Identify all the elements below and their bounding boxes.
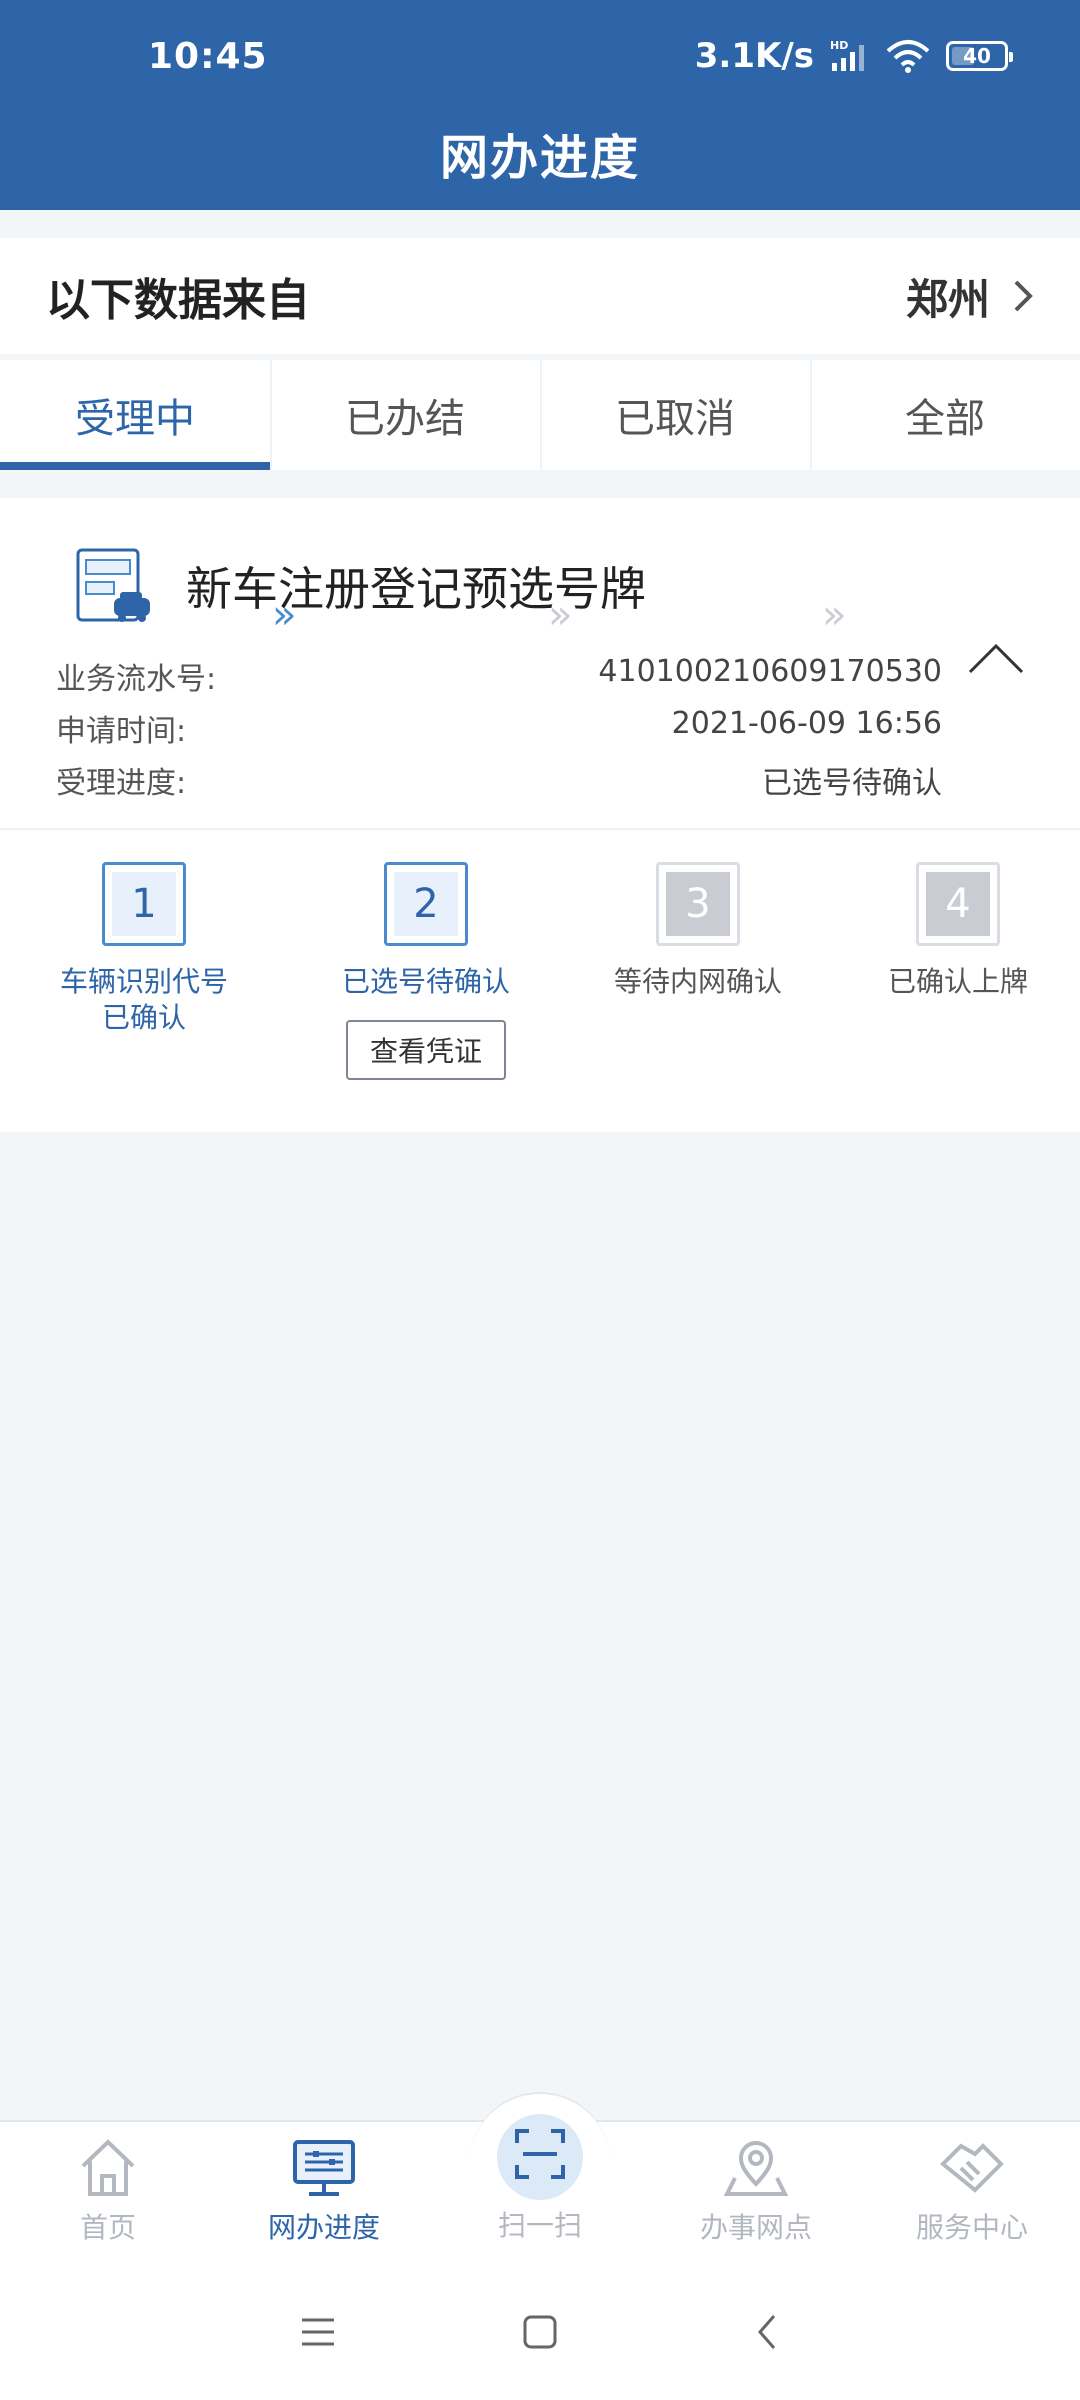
data-source-row[interactable]: 以下数据来自 郑州	[0, 238, 1080, 354]
nav-service-center-label: 服务中心	[915, 2211, 1028, 2244]
tab-processing[interactable]: 受理中	[0, 360, 270, 470]
apply-time-row: 申请时间: 2021-06-09 16:56	[56, 706, 942, 750]
step-4-box: 4	[916, 862, 1000, 946]
serial-number-row: 业务流水号: 410100210609170530	[56, 654, 942, 698]
step-2-box: 2	[384, 862, 468, 946]
step-1-box: 1	[102, 862, 186, 946]
wifi-icon	[886, 39, 930, 73]
step-arrow-1: »	[272, 592, 297, 638]
data-source-label: 以下数据来自	[46, 275, 310, 326]
chevron-right-icon	[1014, 280, 1033, 312]
network-speed: 3.1K/s	[694, 36, 814, 76]
step-1-number: 1	[112, 872, 176, 936]
scan-icon	[515, 2129, 565, 2179]
tab-all[interactable]: 全部	[810, 360, 1080, 470]
nav-locations-label: 办事网点	[699, 2211, 812, 2244]
tab-completed[interactable]: 已办结	[270, 360, 540, 470]
step-4: 4 已确认上牌	[858, 862, 1058, 1000]
application-card: 新车注册登记预选号牌 业务流水号: 410100210609170530 申请时…	[0, 498, 1080, 1132]
nav-locations[interactable]: 办事网点	[666, 2134, 846, 2246]
menu-icon[interactable]	[300, 2314, 336, 2350]
chevron-up-icon[interactable]	[966, 640, 1026, 676]
progress-row: 受理进度: 已选号待确认	[56, 758, 942, 802]
home-icon	[81, 2139, 135, 2196]
card-title: 新车注册登记预选号牌	[186, 562, 646, 616]
tab-cancelled[interactable]: 已取消	[540, 360, 810, 470]
battery-icon: 40	[946, 41, 1013, 71]
home-square-icon[interactable]	[522, 2314, 558, 2350]
city-name: 郑州	[905, 274, 990, 324]
license-plate-car-icon	[76, 548, 150, 622]
card-divider	[0, 828, 1080, 830]
apply-time-value: 2021-06-09 16:56	[671, 706, 942, 741]
city-selector[interactable]: 郑州	[906, 266, 1040, 327]
step-arrow-2: »	[548, 592, 573, 638]
location-icon	[723, 2141, 789, 2196]
progress-value: 已选号待确认	[762, 766, 942, 801]
step-2-number: 2	[394, 872, 458, 936]
nav-progress[interactable]: 网办进度	[234, 2134, 414, 2246]
app-header: 10:45 3.1K/s HD 40 网办进度	[0, 0, 1080, 210]
step-1: 1 车辆识别代号 已确认	[44, 862, 244, 1036]
back-icon[interactable]	[750, 2314, 786, 2350]
step-3-box: 3	[656, 862, 740, 946]
step-3-label: 等待内网确认	[613, 965, 782, 998]
system-navigation-bar	[0, 2270, 1080, 2400]
step-arrow-3: »	[822, 592, 847, 638]
serial-number-label: 业务流水号:	[56, 662, 217, 697]
nav-home-label: 首页	[79, 2211, 136, 2244]
step-2-label: 已选号待确认	[341, 965, 510, 998]
nav-scan[interactable]: 扫一扫	[450, 2114, 630, 2244]
step-3-number: 3	[666, 872, 730, 936]
serial-number-value: 410100210609170530	[598, 654, 942, 689]
status-bar: 10:45 3.1K/s HD 40	[0, 0, 1080, 120]
scan-button	[497, 2114, 583, 2200]
nav-home[interactable]: 首页	[18, 2134, 198, 2246]
step-2: 2 已选号待确认 查看凭证	[326, 862, 526, 1080]
step-3: 3 等待内网确认	[598, 862, 798, 1000]
view-voucher-button[interactable]: 查看凭证	[345, 1020, 506, 1080]
handshake-icon	[940, 2143, 1004, 2193]
network-badge: HD	[830, 39, 848, 52]
battery-level: 40	[963, 44, 991, 68]
monitor-icon	[293, 2140, 355, 2196]
nav-scan-label: 扫一扫	[497, 2209, 582, 2242]
nav-progress-label: 网办进度	[267, 2211, 380, 2244]
status-indicators: 3.1K/s HD 40	[694, 36, 1013, 76]
apply-time-label: 申请时间:	[56, 714, 187, 749]
progress-label: 受理进度:	[56, 766, 187, 801]
status-time: 10:45	[148, 36, 268, 77]
page-title: 网办进度	[439, 130, 640, 186]
status-tabs: 受理中 已办结 已取消 全部	[0, 360, 1080, 470]
nav-service-center[interactable]: 服务中心	[882, 2134, 1062, 2246]
step-4-label: 已确认上牌	[887, 965, 1028, 998]
step-1-label: 车辆识别代号 已确认	[59, 965, 228, 1034]
signal-icon: HD	[830, 39, 870, 73]
step-4-number: 4	[926, 872, 990, 936]
